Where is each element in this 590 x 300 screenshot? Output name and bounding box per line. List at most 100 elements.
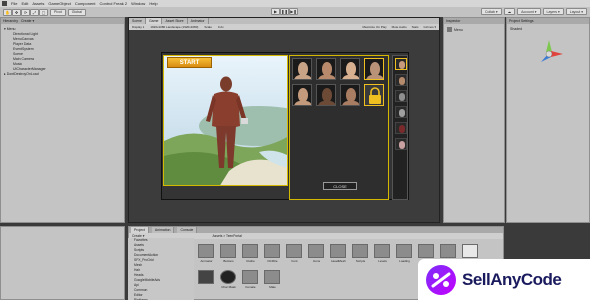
face-option[interactable]: [395, 74, 407, 86]
model-icon: [264, 270, 280, 284]
asset-item[interactable]: Male: [264, 270, 281, 289]
hair-option-thumb: [399, 61, 405, 69]
menu-component[interactable]: Component: [75, 1, 96, 6]
folder-icon: [396, 244, 412, 258]
tab-animation[interactable]: Animation: [151, 227, 175, 233]
character-thumbnail[interactable]: [292, 58, 312, 80]
hierarchy-tab[interactable]: Hierarchy: [3, 19, 18, 23]
tab-game[interactable]: Game: [145, 18, 163, 24]
asset-folder[interactable]: HeadMesh: [330, 244, 347, 263]
asset-folder[interactable]: Font: [286, 244, 303, 263]
asset-folder[interactable]: Buttons: [220, 244, 237, 263]
face-option-thumb: [399, 77, 405, 85]
asset-folder[interactable]: Scripts: [352, 244, 369, 263]
scale-tool-icon[interactable]: ⤢: [30, 8, 39, 16]
account-controls: Collab ▾ ☁ Account ▾ Layers ▾ Layout ▾: [480, 8, 587, 15]
character-thumbnail[interactable]: [292, 84, 312, 106]
asset-item[interactable]: Female: [242, 270, 259, 289]
display-dropdown[interactable]: Display 1: [132, 25, 144, 29]
lock-icon: [369, 87, 381, 104]
move-tool-icon[interactable]: ✥: [12, 8, 21, 16]
game-view-option[interactable]: Maximize On Play: [362, 25, 386, 29]
asset-folder[interactable]: Clothe: [242, 244, 259, 263]
character-thumbnail[interactable]: [364, 58, 384, 80]
folder-icon: [352, 244, 368, 258]
locked-slot[interactable]: [364, 84, 384, 106]
layers-dropdown[interactable]: Layers ▾: [542, 8, 564, 15]
play-controls: ▶ ❚❚ ▶❚: [271, 8, 298, 15]
hierarchy-create-button[interactable]: Create ▾: [21, 19, 34, 23]
asset-label: HeadMesh: [331, 259, 346, 263]
left-bottom-panel: [0, 226, 125, 300]
start-button[interactable]: START: [167, 57, 212, 68]
legs-option[interactable]: [395, 106, 407, 118]
asset-folder[interactable]: Levels: [374, 244, 391, 263]
menu-assets[interactable]: Assets: [32, 1, 44, 6]
shoes-option[interactable]: [395, 138, 407, 150]
character-thumbnail[interactable]: [340, 58, 360, 80]
character-thumbnail[interactable]: [316, 58, 336, 80]
inspector-tab[interactable]: Inspector: [446, 19, 460, 23]
pivot-toggle[interactable]: Pivot: [50, 8, 66, 16]
scale-value[interactable]: 0.2x: [218, 25, 224, 29]
game-view-option[interactable]: Gizmos ▾: [423, 25, 436, 29]
asset-label: Icons: [312, 259, 321, 263]
scene-gizmo[interactable]: [529, 36, 569, 70]
game-view-option[interactable]: Stats: [412, 25, 419, 29]
play-button[interactable]: ▶: [271, 8, 280, 15]
step-button[interactable]: ▶❚: [289, 8, 298, 15]
asset-folder[interactable]: DCIFile: [264, 244, 281, 263]
asset-folder[interactable]: Loading: [396, 244, 413, 263]
hair-option[interactable]: [395, 58, 407, 70]
unity-logo-icon: [2, 1, 7, 6]
character-thumbnail[interactable]: [316, 84, 336, 106]
tab-console[interactable]: Console: [177, 227, 198, 233]
character-face: [298, 88, 308, 102]
character-thumbnail[interactable]: [340, 84, 360, 106]
menubar: File Edit Assets GameObject Component Control…: [0, 0, 590, 7]
rotate-tool-icon[interactable]: ⟳: [21, 8, 30, 16]
asset-folder[interactable]: Icons: [308, 244, 325, 263]
hand-tool-icon[interactable]: ✋: [3, 8, 12, 16]
folder-icon: [440, 244, 456, 258]
menu-control-freak-2[interactable]: Control Freak 2: [100, 1, 128, 6]
menu-edit[interactable]: Edit: [21, 1, 28, 6]
torso-option[interactable]: [395, 90, 407, 102]
rect-tool-icon[interactable]: ▢: [39, 8, 48, 16]
close-button[interactable]: CLOSE: [323, 182, 357, 190]
folder-icon: [286, 244, 302, 258]
asset-folder[interactable]: [462, 244, 479, 259]
tab-scene[interactable]: Scene: [129, 18, 146, 24]
torso-option-thumb: [399, 93, 405, 101]
tab-project[interactable]: Project: [131, 227, 149, 233]
pause-button[interactable]: ❚❚: [280, 8, 289, 15]
sellanycode-logo-icon: [426, 264, 456, 295]
tab-animator[interactable]: Animator: [187, 18, 209, 24]
shoes-option-thumb: [399, 141, 405, 149]
menu-window[interactable]: Window: [131, 1, 145, 6]
project-breadcrumb[interactable]: Assets > TeenPortal: [212, 234, 241, 238]
hierarchy-item[interactable]: ▸ DontDestroyOnLoad: [1, 71, 124, 76]
project-settings-tab[interactable]: Project Settings: [509, 19, 534, 23]
model-icon: [242, 270, 258, 284]
character-select-panel: [289, 55, 389, 200]
side-view-mode[interactable]: Shaded: [507, 24, 589, 34]
collab-dropdown[interactable]: Collab ▾: [480, 8, 502, 15]
account-dropdown[interactable]: Account ▾: [517, 8, 541, 15]
folder-icon: [374, 244, 390, 258]
outfit-option-thumb: [399, 125, 405, 133]
menu-help[interactable]: Help: [149, 1, 157, 6]
menu-gameobject[interactable]: GameObject: [48, 1, 70, 6]
folder-icon: [242, 244, 258, 258]
resolution-dropdown[interactable]: 1920x1080 Landscape (1920x1080): [150, 25, 198, 29]
menu-file[interactable]: File: [11, 1, 17, 6]
asset-item[interactable]: Char Mask: [220, 270, 237, 289]
asset-item[interactable]: [198, 270, 215, 285]
space-toggle[interactable]: Global: [67, 8, 86, 16]
asset-folder[interactable]: Animator: [198, 244, 215, 263]
outfit-option[interactable]: [395, 122, 407, 134]
game-view-option[interactable]: Mute Audio: [392, 25, 407, 29]
tab-asset-store[interactable]: Asset Store: [162, 18, 188, 24]
layout-dropdown[interactable]: Layout ▾: [565, 8, 587, 15]
cloud-icon[interactable]: ☁: [503, 8, 516, 15]
